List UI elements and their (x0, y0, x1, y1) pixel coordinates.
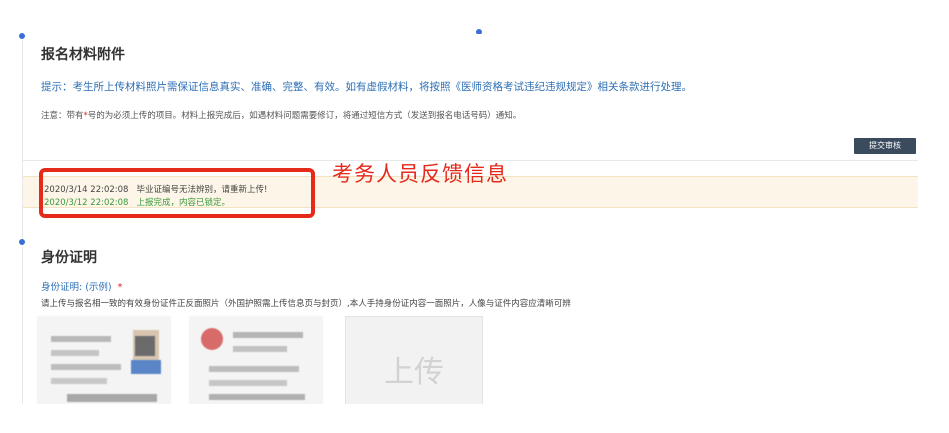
text-block (67, 394, 157, 402)
upload-label: 上传 (384, 355, 444, 390)
upload-button[interactable]: 上传 (345, 316, 483, 404)
scroll-marker-left (18, 238, 26, 246)
tip-text: 提示：考生所上传材料照片需保证信息真实、准确、完整、有效。如有虚假材料，将按照《… (41, 81, 692, 93)
text-block (209, 366, 299, 372)
emblem-block (201, 328, 223, 350)
identity-description: 请上传与报名相一致的有效身份证件正反面照片（外国护照需上传信息页与封页）,本人手… (41, 299, 571, 309)
annotation-label: 考务人员反馈信息 (332, 162, 508, 186)
text-block (51, 364, 121, 370)
attachments-card: 报名材料附件 提示：考生所上传材料照片需保证信息真实、准确、完整、有效。如有虚假… (22, 34, 918, 404)
text-block (51, 336, 111, 342)
identity-subtitle: 身份证明: (示例) * (41, 279, 122, 293)
portrait-shirt (131, 360, 161, 374)
section-title: 报名材料附件 (41, 47, 125, 63)
required-star: * (117, 282, 123, 293)
text-block (233, 332, 303, 338)
submit-review-button[interactable]: 提交审核 (854, 138, 916, 154)
note-suffix: 号的为必须上传的项目。材料上报完成后，如遇材料问题需要修订，将通过短信方式（发送… (87, 111, 522, 121)
text-block (209, 380, 287, 386)
scroll-marker-left (18, 32, 26, 40)
text-block (233, 346, 287, 352)
identity-section-title: 身份证明 (41, 250, 97, 266)
id-photo-thumbnail[interactable] (37, 316, 171, 404)
identity-subtitle-text[interactable]: 身份证明: (示例) (41, 282, 112, 293)
text-block (51, 378, 107, 384)
note-prefix: 注意：带有 (41, 111, 84, 121)
id-photo-thumbnail[interactable] (189, 316, 323, 404)
text-block (209, 394, 305, 400)
portrait-hair (135, 336, 155, 356)
annotation-highlight-box (39, 168, 315, 218)
note-text: 注意：带有*号的为必须上传的项目。材料上报完成后，如遇材料问题需要修订，将通过短… (41, 109, 521, 121)
text-block (51, 350, 99, 356)
